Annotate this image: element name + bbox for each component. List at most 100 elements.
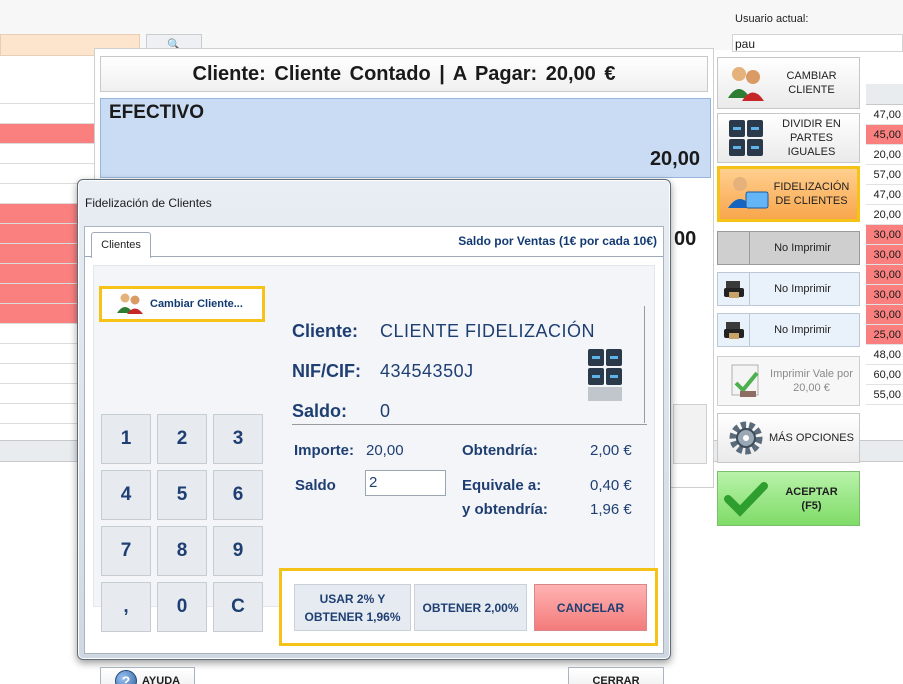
price-cell: 47,00: [866, 185, 903, 205]
client-info-divider: [644, 306, 645, 423]
price-cell: 20,00: [866, 145, 903, 165]
fidelizacion-dialog: Fidelización de Clientes Clientes Saldo …: [77, 179, 671, 684]
price-cell: 25,00: [866, 325, 903, 345]
nif-value: 43454350J: [380, 361, 474, 381]
key-0[interactable]: 0: [157, 582, 207, 632]
saldo-input[interactable]: 2: [365, 470, 446, 496]
cerrar-button[interactable]: CERRAR: [568, 667, 664, 684]
payment-header: Cliente: Cliente Contado | A Pagar: 20,0…: [100, 56, 708, 92]
payment-method-label: EFECTIVO: [109, 102, 205, 123]
price-cell: 47,00: [866, 105, 903, 125]
mas-opciones-label: MÁS OPCIONES: [769, 432, 854, 444]
no-imprimir-button-2[interactable]: No Imprimir: [717, 272, 860, 306]
key-5[interactable]: 5: [157, 470, 207, 520]
key-9[interactable]: 9: [213, 526, 263, 576]
usar-obtener-button[interactable]: USAR 2% Y OBTENER 1,96%: [294, 584, 411, 631]
payment-method-amount: 20,00: [649, 148, 700, 170]
price-cell: 57,00: [866, 165, 903, 185]
key-1[interactable]: 1: [101, 414, 151, 464]
aceptar-shortcut: (F5): [801, 499, 822, 512]
tab-strip: Clientes Saldo por Ventas (1€ por cada 1…: [85, 227, 663, 258]
current-user-field: pau: [732, 34, 903, 52]
key-4[interactable]: 4: [101, 470, 151, 520]
key-8[interactable]: 8: [157, 526, 207, 576]
obtendria-label: Obtendría:: [462, 442, 538, 459]
saldo-value: 0: [380, 401, 391, 421]
importe-value: 20,00: [366, 442, 404, 459]
help-icon: ?: [115, 670, 137, 684]
saldo-ventas-info: Saldo por Ventas (1€ por cada 10€): [458, 234, 657, 248]
key-3[interactable]: 3: [213, 414, 263, 464]
cambiar-cliente-label: CAMBIAR CLIENTE: [786, 70, 837, 96]
cambiar-cliente-dialog-button[interactable]: Cambiar Cliente...: [99, 286, 265, 322]
no-imprimir-button-3[interactable]: No Imprimir: [717, 313, 860, 347]
aceptar-label: ACEPTAR: [785, 485, 838, 498]
price-cell: 60,00: [866, 365, 903, 385]
fidelizacion-label: FIDELIZACIÓN DE CLIENTES: [773, 181, 850, 207]
key-7[interactable]: 7: [101, 526, 151, 576]
imprimir-vale-label: Imprimir Vale por 20,00 €: [770, 368, 853, 394]
empty-icon-slot: [718, 231, 750, 265]
no-imprimir-label-3: No Imprimir: [774, 324, 831, 336]
calculator-grid-icon: [724, 116, 768, 160]
client-info: Cliente: CLIENTE FIDELIZACIÓN NIF/CIF: 4…: [292, 309, 647, 425]
key-clear[interactable]: C: [213, 582, 263, 632]
saldo-label: Saldo:: [292, 401, 348, 421]
key-comma[interactable]: ,: [101, 582, 151, 632]
mas-opciones-button[interactable]: MÁS OPCIONES: [717, 413, 860, 463]
payment-method-efectivo[interactable]: EFECTIVO 20,00: [100, 98, 711, 178]
background-row: [0, 144, 96, 164]
cambiar-cliente-button[interactable]: CAMBIAR CLIENTE: [717, 57, 860, 109]
y-obtendria-label: y obtendría:: [462, 501, 548, 518]
cambiar-cliente-dialog-label: Cambiar Cliente...: [150, 298, 243, 310]
cliente-value: CLIENTE FIDELIZACIÓN: [380, 321, 596, 341]
dividir-partes-button[interactable]: DIVIDIR EN PARTES IGUALES: [717, 113, 860, 163]
price-cell: 30,00: [866, 305, 903, 325]
key-2[interactable]: 2: [157, 414, 207, 464]
price-cell: 30,00: [866, 225, 903, 245]
payment-side-box: [673, 404, 707, 464]
fidelizacion-button[interactable]: FIDELIZACIÓN DE CLIENTES: [717, 166, 860, 222]
dividir-label: DIVIDIR EN PARTES IGUALES: [782, 118, 841, 158]
background-row: [0, 84, 96, 104]
ayuda-button[interactable]: ? AYUDA: [100, 667, 195, 684]
payment-method-amount-2: 00: [674, 228, 697, 250]
aceptar-label-group: ACEPTAR (F5): [768, 485, 859, 513]
price-cell: 30,00: [866, 285, 903, 305]
no-imprimir-label-1: No Imprimir: [774, 242, 831, 254]
ayuda-label: AYUDA: [142, 675, 181, 684]
importe-label: Importe:: [294, 442, 354, 459]
checkmark-icon: [724, 477, 768, 521]
cliente-label: Cliente:: [292, 321, 359, 341]
no-imprimir-button-1[interactable]: No Imprimir: [717, 231, 860, 265]
equivale-label: Equivale a:: [462, 477, 542, 494]
key-6[interactable]: 6: [213, 470, 263, 520]
loyalty-card-icon: [726, 172, 770, 216]
aceptar-button[interactable]: ACEPTAR (F5): [717, 471, 860, 526]
tab-clientes[interactable]: Clientes: [91, 232, 151, 258]
equivale-value: 0,40 €: [590, 477, 632, 494]
cancelar-button[interactable]: CANCELAR: [534, 584, 647, 631]
price-cell: 45,00: [866, 125, 903, 145]
background-row: [0, 104, 96, 124]
printer-icon: [718, 313, 750, 347]
obtener-button[interactable]: OBTENER 2,00%: [414, 584, 527, 631]
current-user-label: Usuario actual:: [735, 13, 809, 25]
price-cell: 30,00: [866, 265, 903, 285]
background-row: [0, 124, 96, 144]
stamp-icon: [724, 359, 768, 403]
price-cell: 48,00: [866, 345, 903, 365]
price-cell: 30,00: [866, 245, 903, 265]
usar-obtener-label: USAR 2% Y OBTENER 1,96%: [304, 590, 400, 626]
printer-icon: [718, 272, 750, 306]
gear-icon: [724, 416, 768, 460]
price-column: 47,00 45,00 20,00 57,00 47,00 20,00 30,00 30,00…: [866, 105, 903, 405]
no-imprimir-label-2: No Imprimir: [774, 283, 831, 295]
y-obtendria-value: 1,96 €: [590, 501, 632, 518]
obtendria-value: 2,00 €: [590, 442, 632, 459]
dialog-body: Clientes Saldo por Ventas (1€ por cada 1…: [84, 226, 664, 684]
usar-obtener-line-2: OBTENER 1,96%: [304, 609, 401, 624]
action-button-group: USAR 2% Y OBTENER 1,96% OBTENER 2,00% CA…: [279, 568, 658, 646]
imprimir-vale-button[interactable]: Imprimir Vale por 20,00 €: [717, 356, 860, 406]
price-cell: 20,00: [866, 205, 903, 225]
